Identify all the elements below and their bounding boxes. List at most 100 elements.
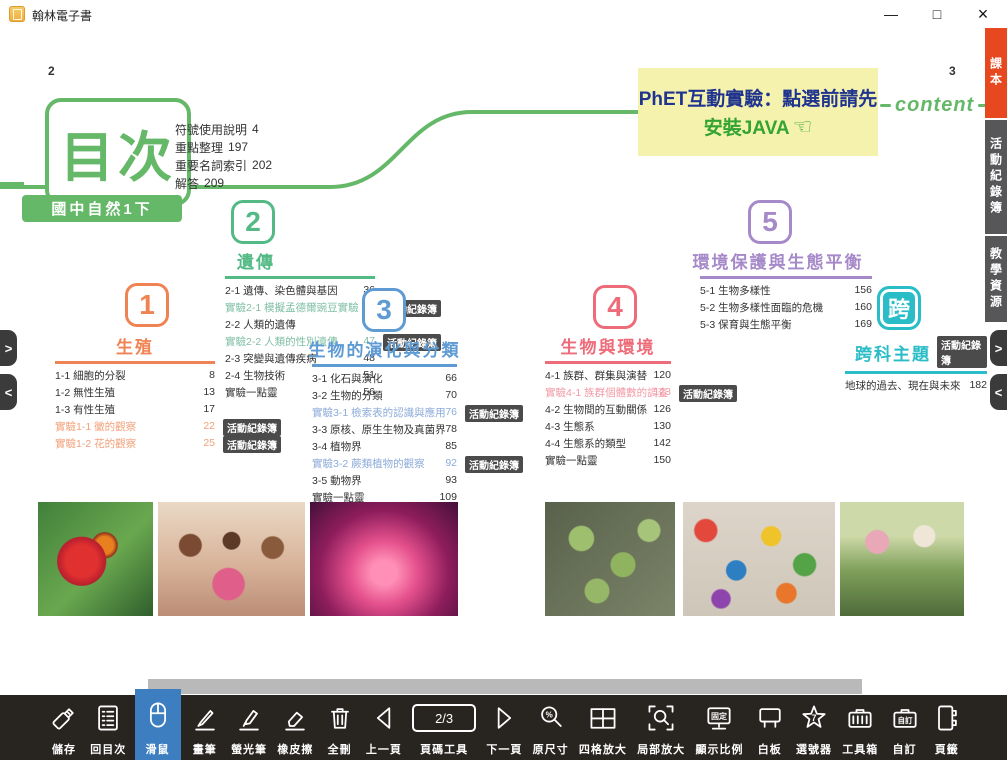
front-item-label: 重要名詞索引 xyxy=(175,157,247,174)
book-name-banner: 國中自然1下 xyxy=(22,195,182,222)
front-matter-item[interactable]: 重要名詞索引 202 xyxy=(175,156,272,174)
chapter-3-underline xyxy=(312,364,457,367)
horizontal-scrollbar[interactable] xyxy=(148,679,862,694)
toc-item-label: 實驗3-2 蕨類植物的觀察 xyxy=(312,458,425,470)
original-size-button[interactable]: % 原尺寸 xyxy=(531,695,571,760)
toc-item-label: 實驗1-1 黴的觀察 xyxy=(55,421,136,433)
eraser-button[interactable]: 橡皮擦 xyxy=(275,695,315,760)
number-picker-button[interactable]: 7 選號器 xyxy=(794,695,834,760)
usb-save-icon xyxy=(48,695,80,741)
page-number-tool[interactable]: 2/3 頁碼工具 xyxy=(410,695,478,760)
toc-item[interactable]: 3-5 動物界93 xyxy=(312,473,457,490)
toolbox-button[interactable]: 工具箱 xyxy=(840,695,880,760)
previous-page-button[interactable]: 上一頁 xyxy=(364,695,404,760)
front-matter-item[interactable]: 解答 209 xyxy=(175,174,272,192)
display-scale-button[interactable]: 固定 顯示比例 xyxy=(693,695,745,760)
highlighter-icon xyxy=(233,695,265,741)
activity-book-badge[interactable]: 活動紀錄簿 xyxy=(679,385,737,402)
back-to-toc-button[interactable]: 回目次 xyxy=(88,695,128,760)
toc-item[interactable]: 4-4 生態系的類型142 xyxy=(545,436,671,453)
partial-zoom-button[interactable]: 局部放大 xyxy=(635,695,687,760)
toc-item[interactable]: 實驗一點靈109 xyxy=(312,490,457,507)
close-button[interactable]: × xyxy=(966,2,1000,26)
minimize-button[interactable]: — xyxy=(874,2,908,26)
page-indicator-value[interactable]: 2/3 xyxy=(412,704,476,732)
cross-topic-block: 跨 跨科主題 活動紀錄簿 地球的過去、現在與未來182 xyxy=(845,286,987,395)
photo-microscopic-cells xyxy=(545,502,675,616)
toc-item-label: 3-3 原核、原生生物及真菌界 xyxy=(312,424,446,436)
toc-item[interactable]: 3-2 生物的分類70 xyxy=(312,388,457,405)
right-edge-forward-button[interactable]: > xyxy=(990,330,1007,366)
tool-label: 工具箱 xyxy=(842,741,878,757)
toc-item-experiment[interactable]: 實驗3-2 蕨類植物的觀察92活動紀錄簿 xyxy=(312,456,457,473)
chapter-3-number-box: 3 xyxy=(362,288,406,332)
tool-label: 選號器 xyxy=(796,741,832,757)
activity-book-badge[interactable]: 活動紀錄簿 xyxy=(465,456,523,473)
front-matter-item[interactable]: 重點整理 197 xyxy=(175,138,272,156)
chapter-1-number-box: 1 xyxy=(125,283,169,327)
toc-item-label: 實驗4-1 族群個體數的調查 xyxy=(545,387,668,399)
delete-all-button[interactable]: 全刪 xyxy=(322,695,358,760)
save-button[interactable]: 儲存 xyxy=(46,695,82,760)
left-edge-forward-button[interactable]: > xyxy=(0,330,17,366)
tab-activity-book[interactable]: 活動紀錄簿 xyxy=(985,120,1007,234)
highlighter-button[interactable]: 螢光筆 xyxy=(229,695,269,760)
left-page-number: 2 xyxy=(48,64,55,78)
toc-item-experiment[interactable]: 實驗1-2 花的觀察25活動紀錄簿 xyxy=(55,436,215,453)
toc-item[interactable]: 地球的過去、現在與未來182 xyxy=(845,378,987,395)
toc-item-page: 66 xyxy=(445,372,457,384)
toc-item-label: 4-3 生態系 xyxy=(545,421,595,433)
toc-item[interactable]: 1-2 無性生殖13 xyxy=(55,385,215,402)
right-edge-back-button[interactable]: < xyxy=(990,374,1007,410)
left-edge-back-button[interactable]: < xyxy=(0,374,17,410)
toc-item-label: 1-2 無性生殖 xyxy=(55,387,115,399)
page-tabs-button[interactable]: 頁籤 xyxy=(929,695,965,760)
svg-text:7: 7 xyxy=(812,713,817,723)
front-item-page: 4 xyxy=(252,122,259,136)
toc-item[interactable]: 實驗一點靈150 xyxy=(545,453,671,470)
activity-book-badge[interactable]: 活動紀錄簿 xyxy=(223,436,281,453)
activity-book-badge[interactable]: 活動紀錄簿 xyxy=(937,336,987,368)
tool-label: 自訂 xyxy=(893,741,917,757)
next-page-button[interactable]: 下一頁 xyxy=(484,695,524,760)
maximize-button[interactable]: □ xyxy=(920,2,954,26)
mouse-tool-button[interactable]: 滑鼠 xyxy=(135,689,181,760)
pen-button[interactable]: 畫筆 xyxy=(187,695,223,760)
front-matter-item[interactable]: 符號使用說明 4 xyxy=(175,120,272,138)
toc-item-label: 4-4 生態系的類型 xyxy=(545,438,626,450)
chapter-5-underline xyxy=(700,276,872,279)
photo-plastic-pieces xyxy=(683,502,835,616)
toc-item-experiment[interactable]: 實驗4-1 族群個體數的調查123活動紀錄簿 xyxy=(545,385,671,402)
custom-button[interactable]: 自訂 自訂 xyxy=(887,695,923,760)
toc-item[interactable]: 4-3 生態系130 xyxy=(545,419,671,436)
toc-item[interactable]: 3-1 化石與演化66 xyxy=(312,371,457,388)
toc-item-label: 地球的過去、現在與未來 xyxy=(845,380,961,392)
toc-item-experiment[interactable]: 實驗1-1 黴的觀察22活動紀錄簿 xyxy=(55,419,215,436)
toc-item-label: 實驗一點靈 xyxy=(545,455,598,467)
tool-label: 下一頁 xyxy=(486,741,522,757)
chapter-3-title: 生物的演化與分類 xyxy=(287,336,482,361)
four-grid-zoom-button[interactable]: 四格放大 xyxy=(577,695,629,760)
toc-item[interactable]: 4-1 族群、群集與演替120 xyxy=(545,368,671,385)
chapter-4-number-box: 4 xyxy=(593,285,637,329)
toc-item[interactable]: 3-4 植物界85 xyxy=(312,439,457,456)
front-item-label: 解答 xyxy=(175,175,199,192)
toc-item-experiment[interactable]: 實驗3-1 檢索表的認識與應用76活動紀錄簿 xyxy=(312,405,457,422)
toc-item-label: 實驗1-2 花的觀察 xyxy=(55,438,136,450)
toc-item[interactable]: 4-2 生物間的互動關係126 xyxy=(545,402,671,419)
whiteboard-button[interactable]: 白板 xyxy=(752,695,788,760)
tool-label: 四格放大 xyxy=(579,741,627,757)
content-label: content xyxy=(895,94,974,117)
chapter-1-block: 1 生殖 1-1 細胞的分裂8 1-2 無性生殖13 1-3 有性生殖17 實驗… xyxy=(55,283,215,453)
front-item-label: 重點整理 xyxy=(175,139,223,156)
tab-teaching-resources[interactable]: 教學資源 xyxy=(985,236,1007,322)
toc-item[interactable]: 3-3 原核、原生生物及真菌界78 xyxy=(312,422,457,439)
activity-book-badge[interactable]: 活動紀錄簿 xyxy=(465,405,523,422)
front-item-label: 符號使用說明 xyxy=(175,121,247,138)
toc-item[interactable]: 1-3 有性生殖17 xyxy=(55,402,215,419)
tab-textbook[interactable]: 課本 xyxy=(985,28,1007,118)
toolbox-icon xyxy=(844,695,876,741)
activity-book-badge[interactable]: 活動紀錄簿 xyxy=(223,419,281,436)
toc-item[interactable]: 1-1 細胞的分裂8 xyxy=(55,368,215,385)
toc-item-page: 120 xyxy=(653,369,671,381)
